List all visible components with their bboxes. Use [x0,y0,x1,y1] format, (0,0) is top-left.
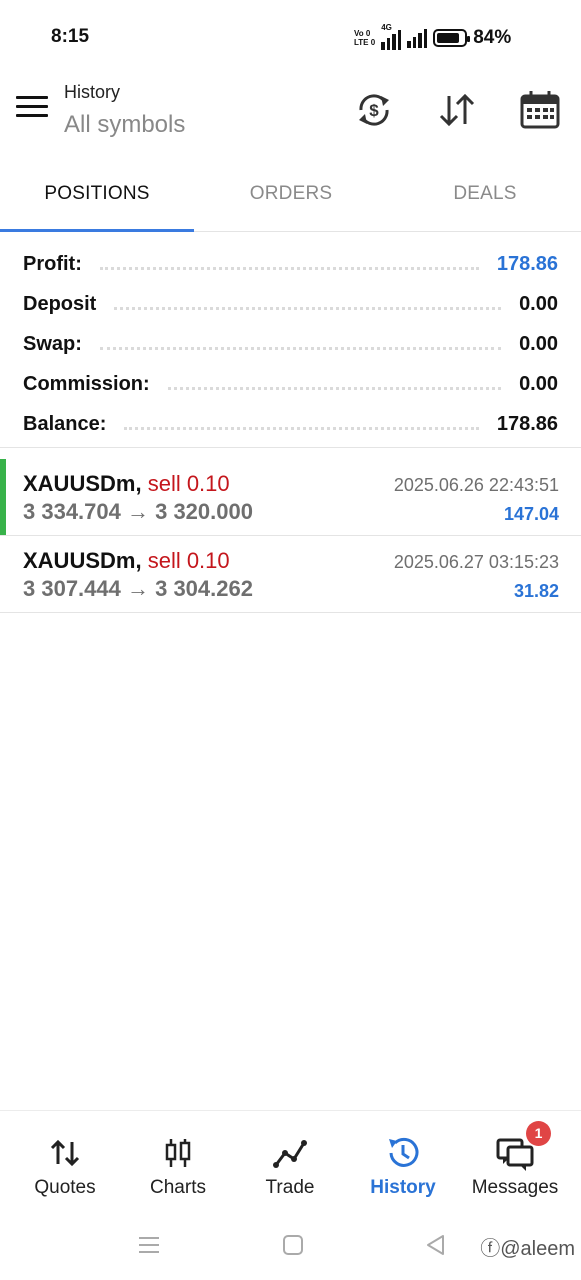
nav-history[interactable]: History [345,1111,461,1211]
back-icon[interactable] [421,1230,451,1260]
battery-percent: 84% [473,27,512,48]
position-indicator-bar [0,459,6,535]
nav-messages[interactable]: 1 Messages [457,1111,573,1211]
app-bar: History All symbols $ [0,74,581,156]
summary-row-deposit: Deposit 0.00 [0,284,581,324]
commission-value: 0.00 [519,372,558,395]
volte-icon: Vo 0 LTE 0 [354,29,376,47]
symbol-filter[interactable]: All symbols [64,111,185,139]
status-icons: Vo 0 LTE 0 4G 84% [354,23,512,52]
balance-label: Balance: [23,412,107,435]
nav-label: Quotes [34,1177,96,1198]
status-time: 8:15 [51,26,90,47]
dot-leader [124,426,479,430]
deal-symbol: XAUUSDm, [23,548,142,573]
nav-label: Messages [471,1177,559,1198]
battery-icon [433,29,471,47]
currency-refresh-icon[interactable]: $ [352,88,396,132]
balance-value: 178.86 [496,412,558,435]
deal-profit: 31.82 [513,581,559,601]
page-title: History [64,82,121,102]
nav-quotes[interactable]: Quotes [7,1111,123,1211]
svg-text:$: $ [369,101,379,120]
deal-type: sell 0.10 [147,548,230,573]
deal-prices: 3 307.444 → 3 304.262 [23,576,253,601]
dot-leader [99,266,479,270]
profit-value: 178.86 [496,252,558,275]
menu-icon[interactable] [16,96,48,122]
home-icon[interactable] [278,1230,308,1260]
nav-label: History [370,1177,436,1198]
deal-symbol: XAUUSDm, [23,471,142,496]
sort-icon[interactable] [435,88,479,132]
summary-panel: Profit: 178.86 Deposit 0.00 Swap: 0.00 C… [0,244,581,444]
status-bar: 8:15 Vo 0 LTE 0 4G 84% [0,0,581,74]
deal-profit: 147.04 [503,504,559,524]
position-row[interactable]: XAUUSDm, sell 0.10 3 307.444 → 3 304.262… [0,536,581,613]
deal-time: 2025.06.27 03:15:23 [393,552,559,572]
summary-row-swap: Swap: 0.00 [0,324,581,364]
position-row[interactable]: XAUUSDm, sell 0.10 3 334.704 → 3 320.000… [0,459,581,536]
signal-4g-icon: 4G [381,23,402,50]
signal-icon [407,28,428,48]
dot-leader [114,306,502,310]
nav-label: Trade [265,1177,315,1198]
tab-deals[interactable]: DEALS [388,156,581,232]
notification-badge: 1 [526,1121,551,1146]
watermark: ⓕ@aleem [480,1238,575,1260]
dot-leader [99,346,502,350]
quotes-arrows-icon [45,1133,85,1173]
deposit-label: Deposit [23,292,97,315]
deposit-value: 0.00 [519,292,558,315]
nav-trade[interactable]: Trade [232,1111,348,1211]
tab-bar: POSITIONS ORDERS DEALS [0,156,581,232]
summary-row-commission: Commission: 0.00 [0,364,581,404]
nav-charts[interactable]: Charts [120,1111,236,1211]
commission-label: Commission: [23,372,150,395]
swap-value: 0.00 [519,332,558,355]
trade-line-icon [270,1133,310,1173]
history-clock-icon [383,1133,423,1173]
calendar-icon[interactable] [518,88,562,132]
profit-label: Profit: [23,252,82,275]
swap-label: Swap: [23,332,82,355]
system-nav-bar: ⓕ@aleem [0,1210,581,1280]
bottom-nav: Quotes Charts Trade History 1 Messages [0,1110,581,1210]
recent-apps-icon[interactable] [134,1230,164,1260]
deal-type: sell 0.10 [147,471,230,496]
nav-label: Charts [150,1177,206,1198]
dot-leader [167,386,502,390]
tab-positions[interactable]: POSITIONS [0,156,194,232]
tab-indicator [0,229,194,232]
divider [0,447,581,448]
summary-row-profit: Profit: 178.86 [0,244,581,284]
deal-prices: 3 334.704 → 3 320.000 [23,499,253,524]
tab-orders[interactable]: ORDERS [194,156,388,232]
summary-row-balance: Balance: 178.86 [0,404,581,444]
candlestick-icon [158,1133,198,1173]
deal-time: 2025.06.26 22:43:51 [393,475,559,495]
